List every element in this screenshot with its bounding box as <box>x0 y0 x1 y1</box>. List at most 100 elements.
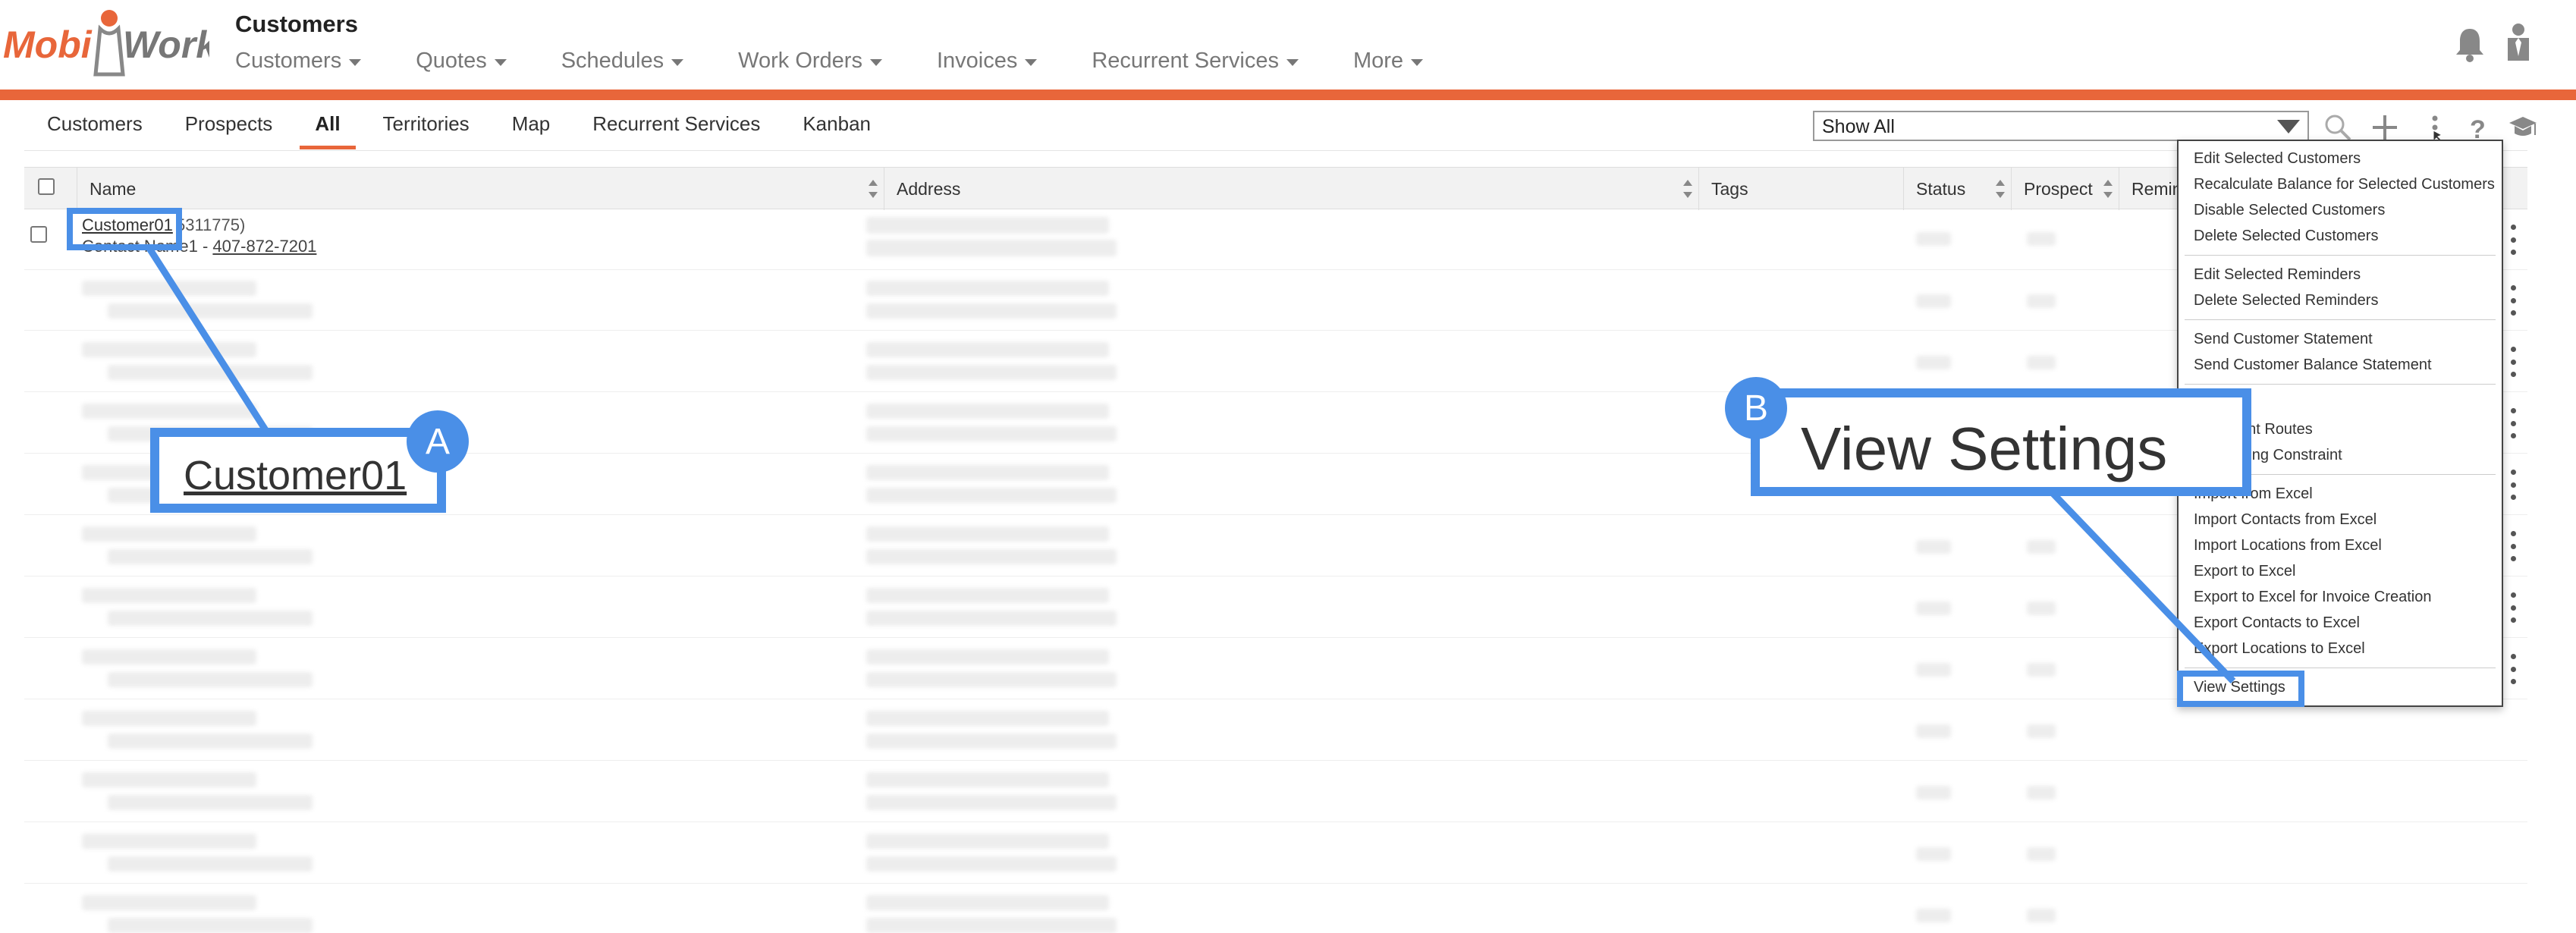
table-row[interactable] <box>24 823 2527 884</box>
table-row[interactable] <box>24 639 2527 699</box>
column-name[interactable]: Name <box>77 168 884 210</box>
menu-item-import-locations-from-excel[interactable]: Import Locations from Excel <box>2194 537 2382 554</box>
blurred-cell <box>866 588 1109 603</box>
blurred-cell <box>82 404 256 419</box>
blurred-cell <box>866 649 1109 664</box>
column-tags[interactable]: Tags <box>1699 168 1904 210</box>
blurred-cell <box>866 795 1117 810</box>
tab-prospects[interactable]: Prospects <box>185 112 273 136</box>
main-nav: Customers Quotes Schedules Work Orders I… <box>235 49 1478 74</box>
menu-item-send-customer-balance-statement[interactable]: Send Customer Balance Statement <box>2194 357 2432 374</box>
menu-item-send-customer-statement[interactable]: Send Customer Statement <box>2194 331 2373 348</box>
chevron-down-icon <box>869 59 882 66</box>
menu-item-delete-selected-reminders[interactable]: Delete Selected Reminders <box>2194 292 2378 309</box>
callout-b-text: View Settings <box>1801 415 2168 482</box>
row-checkbox[interactable] <box>30 226 47 243</box>
column-address[interactable]: Address <box>884 168 1699 210</box>
table-row[interactable] <box>24 884 2527 933</box>
tab-recurrent-services[interactable]: Recurrent Services <box>592 112 760 136</box>
tab-kanban[interactable]: Kanban <box>803 112 871 136</box>
blurred-cell <box>866 772 1109 787</box>
add-icon[interactable] <box>2370 112 2400 143</box>
nav-more[interactable]: More <box>1353 49 1424 74</box>
menu-item-export-contacts-to-excel[interactable]: Export Contacts to Excel <box>2194 614 2360 632</box>
nav-work-orders[interactable]: Work Orders <box>738 49 882 74</box>
table-row[interactable] <box>24 577 2527 638</box>
blurred-cell <box>108 795 313 810</box>
blurred-cell <box>108 549 313 564</box>
subtabs: Customers Prospects All Territories Map … <box>47 112 913 149</box>
blurred-cell <box>866 672 1117 687</box>
row-menu-icon[interactable] <box>2509 654 2517 684</box>
select-all-checkbox[interactable] <box>38 178 55 195</box>
chevron-down-icon <box>2277 120 2300 134</box>
top-bar: Mobi Work Customers Customers Quotes Sch… <box>0 0 2576 90</box>
menu-item-delete-selected-customers[interactable]: Delete Selected Customers <box>2194 228 2378 245</box>
menu-item-export-to-excel[interactable]: Export to Excel <box>2194 563 2296 580</box>
blurred-cell <box>866 834 1109 849</box>
menu-item-import-contacts-from-excel[interactable]: Import Contacts from Excel <box>2194 511 2377 529</box>
customer-grid: Name Address Tags Status Prospect Remind… <box>24 167 2527 933</box>
blurred-cell <box>866 281 1109 296</box>
menu-item-disable-selected-customers[interactable]: Disable Selected Customers <box>2194 202 2385 219</box>
tab-all[interactable]: All <box>300 112 356 149</box>
blurred-cell <box>866 404 1109 419</box>
table-row[interactable] <box>24 270 2527 331</box>
column-status[interactable]: Status <box>1904 168 2012 210</box>
blurred-cell <box>82 772 256 787</box>
phone-link[interactable]: 407-872-7201 <box>212 237 316 256</box>
user-icon[interactable] <box>2505 23 2532 64</box>
nav-recurrent-services[interactable]: Recurrent Services <box>1092 49 1299 74</box>
table-row[interactable] <box>24 516 2527 576</box>
blurred-cell <box>2027 602 2056 615</box>
column-prospect[interactable]: Prospect <box>2012 168 2119 210</box>
menu-item-edit-selected-customers[interactable]: Edit Selected Customers <box>2194 150 2361 168</box>
tab-customers[interactable]: Customers <box>47 112 143 136</box>
blurred-cell <box>108 734 313 749</box>
row-menu-icon[interactable] <box>2509 225 2517 255</box>
menu-item-edit-selected-reminders[interactable]: Edit Selected Reminders <box>2194 266 2361 284</box>
row-menu-icon[interactable] <box>2509 285 2517 316</box>
menu-item-export-to-excel-for-invoice-creation[interactable]: Export to Excel for Invoice Creation <box>2194 589 2431 606</box>
row-menu-icon[interactable] <box>2509 347 2517 377</box>
blurred-cell <box>866 426 1117 441</box>
filter-select[interactable]: Show All <box>1813 111 2309 141</box>
row-menu-icon[interactable] <box>2509 592 2517 623</box>
blurred-prospect <box>2027 232 2056 246</box>
callout-b: View Settings <box>1751 388 2251 496</box>
table-row[interactable]: Customer01 5311775) Contact Name1 - 407-… <box>24 209 2527 270</box>
divider <box>24 150 2527 151</box>
blurred-cell <box>1916 356 1951 369</box>
nav-schedules[interactable]: Schedules <box>561 49 684 74</box>
nav-quotes[interactable]: Quotes <box>416 49 507 74</box>
bell-icon[interactable] <box>2455 26 2485 62</box>
chevron-down-icon <box>1411 59 1424 66</box>
nav-label: Schedules <box>561 49 664 73</box>
blurred-cell <box>866 303 1117 319</box>
sort-icon <box>2103 180 2113 198</box>
row-menu-icon[interactable] <box>2509 470 2517 500</box>
row-menu-icon[interactable] <box>2509 531 2517 561</box>
menu-item-export-locations-to-excel[interactable]: Export Locations to Excel <box>2194 640 2365 658</box>
table-row[interactable] <box>24 331 2527 392</box>
table-row[interactable] <box>24 762 2527 822</box>
help-icon[interactable]: ? <box>2462 112 2493 143</box>
tab-map[interactable]: Map <box>512 112 551 136</box>
callout-a-text: Customer01 <box>184 453 407 498</box>
nav-customers[interactable]: Customers <box>235 49 362 74</box>
search-icon[interactable] <box>2323 112 2353 143</box>
more-vertical-icon[interactable] <box>2420 112 2450 143</box>
row-menu-icon[interactable] <box>2509 408 2517 438</box>
badge-b: B <box>1725 377 1787 439</box>
blurred-cell <box>1916 909 1951 922</box>
nav-invoices[interactable]: Invoices <box>937 49 1038 74</box>
blurred-cell <box>108 365 313 380</box>
blurred-address <box>866 240 1117 256</box>
graduation-cap-icon[interactable] <box>2508 112 2538 143</box>
tab-territories[interactable]: Territories <box>383 112 470 136</box>
table-row[interactable] <box>24 700 2527 761</box>
mobiwork-logo[interactable]: Mobi Work <box>3 8 209 80</box>
menu-item-recalculate-balance-for-selected-customers[interactable]: Recalculate Balance for Selected Custome… <box>2194 176 2495 193</box>
blurred-cell <box>108 918 313 933</box>
blurred-cell <box>866 856 1117 872</box>
